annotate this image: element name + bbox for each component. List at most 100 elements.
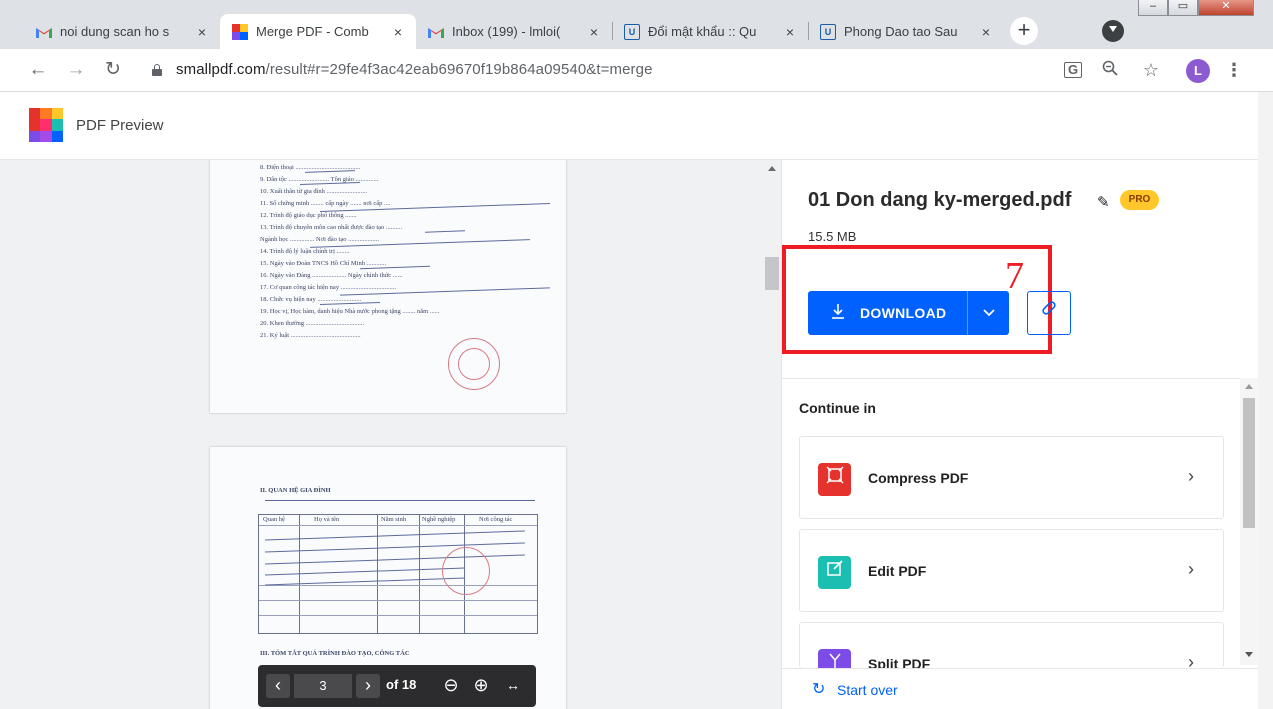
continue-compress-pdf[interactable]: Compress PDF › xyxy=(799,436,1224,519)
download-label: DOWNLOAD xyxy=(860,305,947,321)
forward-icon[interactable]: → xyxy=(64,58,88,82)
section-heading: III. TÓM TẮT QUÁ TRÌNH ĐÀO TẠO, CÔNG TÁC xyxy=(260,650,410,657)
tab-search-icon[interactable] xyxy=(1102,20,1124,42)
table-header: Quan hệ xyxy=(263,516,285,523)
uis-icon: U xyxy=(624,23,640,40)
maximize-button[interactable]: ▭ xyxy=(1168,0,1198,16)
translate-icon[interactable]: G xyxy=(1064,62,1082,78)
gmail-icon xyxy=(36,24,52,40)
page-number-input[interactable]: 3 xyxy=(294,674,352,698)
table-header: Họ và tên xyxy=(314,516,340,523)
compress-icon xyxy=(818,463,851,496)
chevron-right-icon: › xyxy=(1188,466,1194,486)
start-over-button[interactable]: ↻ Start over xyxy=(782,668,1259,709)
result-panel: 01 Don dang ky-merged.pdf ✎ PRO 15.5 MB … xyxy=(781,160,1259,709)
app-header: PDF Preview xyxy=(0,92,1258,160)
start-over-label: Start over xyxy=(837,682,898,698)
family-table: Quan hệ Họ và tên Năm sinh Nghề nghiệp N… xyxy=(258,514,538,634)
form-line: 11. Số chứng minh ........ cấp ngày ....… xyxy=(260,200,391,207)
lock-icon[interactable] xyxy=(152,64,162,76)
window-edge xyxy=(1258,92,1273,709)
handwriting xyxy=(424,230,466,233)
minimize-button[interactable]: – xyxy=(1138,0,1168,16)
bookmark-star-icon[interactable]: ☆ xyxy=(1141,60,1161,80)
chevron-right-icon: › xyxy=(1188,559,1194,579)
form-line: 16. Ngày vào Đảng ..................... … xyxy=(260,272,403,279)
section-divider xyxy=(782,378,1259,379)
annotation-step-number: 7 xyxy=(1005,255,1024,297)
form-line: 10. Xuất thân từ gia đình ..............… xyxy=(260,188,368,195)
scroll-up-arrow[interactable] xyxy=(1245,384,1253,389)
pdf-page-thumbnail: 8. Điện thoại ..........................… xyxy=(210,160,566,413)
zoom-icon[interactable] xyxy=(1100,60,1120,80)
form-line: 17. Cơ quan công tác hiện nay ..........… xyxy=(260,284,396,291)
form-line: 9. Dân tộc ......................... Tôn… xyxy=(260,176,379,183)
address-bar[interactable]: smallpdf.com/result#r=29fe4f3ac42eab6967… xyxy=(176,61,653,78)
edit-icon xyxy=(818,556,851,589)
close-icon[interactable]: × xyxy=(390,24,406,40)
panel-scrollbar[interactable] xyxy=(1240,378,1258,665)
scrollbar-thumb[interactable] xyxy=(765,257,779,290)
zoom-out-icon[interactable]: ⊖ xyxy=(439,674,463,698)
tab-doi-mat-khau[interactable]: U Đổi mật khẩu :: Qu × xyxy=(612,14,808,49)
handwriting xyxy=(265,500,535,501)
file-name: 01 Don dang ky-merged.pdf xyxy=(808,189,1072,211)
continue-in-heading: Continue in xyxy=(799,400,876,416)
scroll-up-arrow[interactable] xyxy=(768,166,776,171)
tab-gmail-inbox[interactable]: Inbox (199) - lmloi( × xyxy=(416,14,612,49)
scrollbar-thumb[interactable] xyxy=(1243,398,1255,528)
close-icon[interactable]: × xyxy=(978,24,994,40)
close-icon[interactable]: × xyxy=(782,24,798,40)
menu-kebab-icon[interactable]: ⋮ xyxy=(1224,60,1244,80)
rename-pencil-icon[interactable]: ✎ xyxy=(1097,193,1110,211)
window-close-button[interactable]: ✕ xyxy=(1198,0,1254,16)
chevron-right-icon: › xyxy=(1188,652,1194,668)
zoom-in-icon[interactable]: ⊕ xyxy=(469,674,493,698)
smallpdf-logo[interactable] xyxy=(29,108,63,142)
close-icon[interactable]: × xyxy=(194,24,210,40)
url-domain: smallpdf.com xyxy=(176,61,266,78)
section-heading: II. QUAN HỆ GIA ĐÌNH xyxy=(260,487,331,494)
next-page-button[interactable]: › xyxy=(356,674,380,698)
tab-title: Đổi mật khẩu :: Qu xyxy=(648,24,757,39)
share-link-button[interactable] xyxy=(1027,291,1071,335)
form-line: 21. Kỷ luật ............................… xyxy=(260,332,361,339)
chevron-down-icon[interactable] xyxy=(978,302,1000,324)
red-stamp xyxy=(442,547,490,595)
scroll-down-arrow[interactable] xyxy=(1245,652,1253,657)
reload-icon[interactable]: ↻ xyxy=(101,58,125,82)
table-header: Nghề nghiệp xyxy=(422,516,456,523)
tab-phong-dao-tao[interactable]: U Phong Dao tao Sau × xyxy=(808,14,1004,49)
browser-tab-strip: noi dung scan ho s × Merge PDF - Comb × … xyxy=(0,0,1273,49)
preview-scrollbar[interactable] xyxy=(763,160,781,709)
tab-merge-pdf[interactable]: Merge PDF - Comb × xyxy=(220,14,416,49)
fit-width-icon[interactable]: ↔ xyxy=(501,674,525,698)
continue-split-pdf[interactable]: Split PDF › xyxy=(799,622,1224,668)
tab-title: Inbox (199) - lmloi( xyxy=(452,24,561,39)
back-icon[interactable]: ← xyxy=(26,58,50,82)
file-size: 15.5 MB xyxy=(808,229,857,244)
smallpdf-icon xyxy=(232,23,248,40)
handwriting xyxy=(265,567,465,576)
card-label: Compress PDF xyxy=(868,470,969,486)
tab-title: noi dung scan ho s xyxy=(60,24,170,39)
prev-page-button[interactable]: ‹ xyxy=(266,674,290,698)
continue-edit-pdf[interactable]: Edit PDF › xyxy=(799,529,1224,612)
pdf-preview-area[interactable]: 8. Điện thoại ..........................… xyxy=(0,160,781,709)
table-header: Năm sinh xyxy=(381,516,407,523)
split-icon xyxy=(818,649,851,668)
link-icon xyxy=(1039,301,1059,322)
page-total: of 18 xyxy=(386,677,417,692)
app-title: PDF Preview xyxy=(76,117,164,134)
card-label: Split PDF xyxy=(868,656,931,668)
form-line: 13. Trình độ chuyên môn cao nhất được đà… xyxy=(260,224,403,231)
url-path: /result#r=29fe4f3ac42eab69670f19b864a095… xyxy=(265,61,653,78)
restart-icon: ↻ xyxy=(812,681,826,698)
new-tab-button[interactable]: + xyxy=(1010,17,1038,45)
download-button[interactable]: DOWNLOAD xyxy=(808,291,1009,335)
close-icon[interactable]: × xyxy=(586,24,602,40)
tab-gmail-scan[interactable]: noi dung scan ho s × xyxy=(24,14,220,49)
profile-avatar[interactable]: L xyxy=(1186,59,1210,83)
handwriting xyxy=(265,530,525,541)
button-divider xyxy=(967,291,968,335)
